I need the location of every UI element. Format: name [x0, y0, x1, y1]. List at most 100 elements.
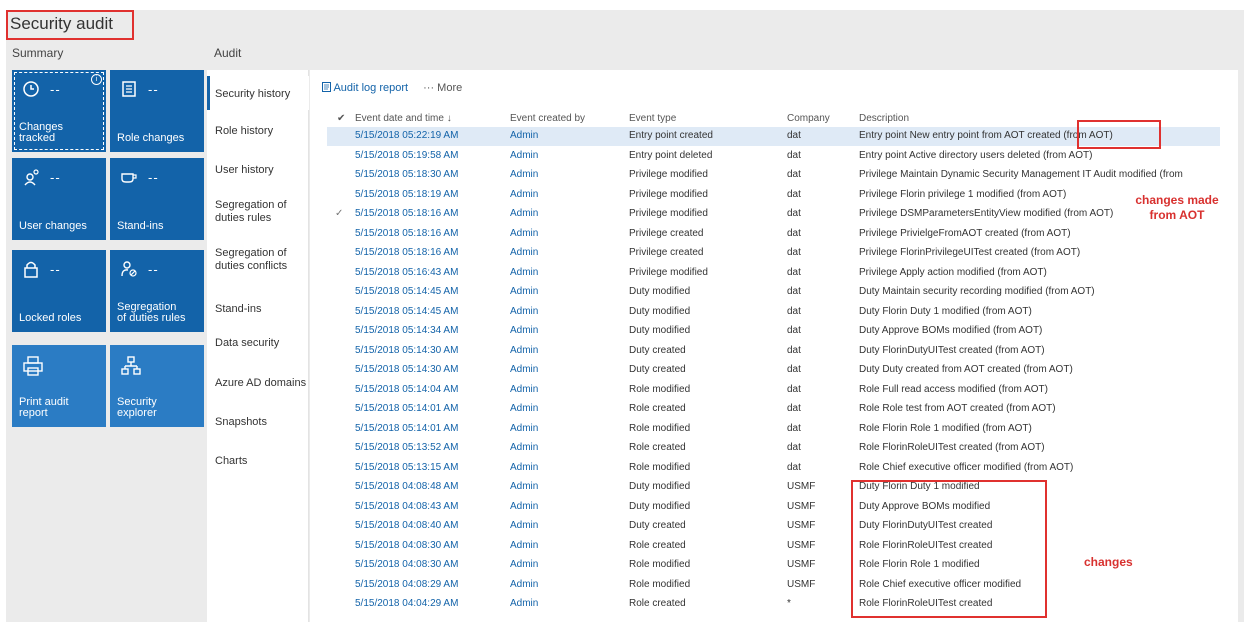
table-row[interactable]: 5/15/2018 05:18:16 AM Admin Privilege crea… — [327, 225, 1220, 244]
cell-date[interactable]: 5/15/2018 04:08:48 AM — [355, 481, 458, 492]
table-row[interactable]: 5/15/2018 05:14:45 AM Admin Duty modified d… — [327, 283, 1220, 302]
column-header-date[interactable]: Event date and time ↓ — [355, 113, 452, 124]
nav-item-snapshots[interactable]: Snapshots — [215, 416, 307, 429]
cell-created-by[interactable]: Admin — [510, 501, 538, 512]
cell-date[interactable]: 5/15/2018 05:18:19 AM — [355, 189, 458, 200]
cell-date[interactable]: 5/15/2018 04:08:30 AM — [355, 559, 458, 570]
tile-stand-ins[interactable]: -- Stand-ins — [110, 158, 204, 240]
cell-created-by[interactable]: Admin — [510, 208, 538, 219]
cell-created-by[interactable]: Admin — [510, 423, 538, 434]
cell-created-by[interactable]: Admin — [510, 481, 538, 492]
row-check-icon[interactable]: ✓ — [335, 208, 343, 219]
cell-created-by[interactable]: Admin — [510, 169, 538, 180]
table-row[interactable]: 5/15/2018 04:04:29 AM Admin Role created * R… — [327, 595, 1220, 614]
tile-locked-roles[interactable]: -- Locked roles — [12, 250, 106, 332]
table-row[interactable]: 5/15/2018 04:08:29 AM Admin Role modified U… — [327, 576, 1220, 595]
nav-item-security-history[interactable]: Security history — [215, 88, 307, 101]
cell-created-by[interactable]: Admin — [510, 520, 538, 531]
tile-user-changes[interactable]: -- User changes — [12, 158, 106, 240]
cell-date[interactable]: 5/15/2018 05:14:30 AM — [355, 345, 458, 356]
table-row[interactable]: 5/15/2018 04:08:43 AM Admin Duty modified U… — [327, 498, 1220, 517]
cell-date[interactable]: 5/15/2018 05:19:58 AM — [355, 150, 458, 161]
table-row[interactable]: 5/15/2018 05:14:34 AM Admin Duty modified d… — [327, 322, 1220, 341]
nav-item-stand-ins[interactable]: Stand-ins — [215, 303, 307, 316]
cell-date[interactable]: 5/15/2018 05:14:04 AM — [355, 384, 458, 395]
nav-item-data-security[interactable]: Data security — [215, 337, 307, 350]
cell-created-by[interactable]: Admin — [510, 442, 538, 453]
column-header-event-type[interactable]: Event type — [629, 113, 676, 124]
table-row[interactable]: 5/15/2018 05:18:30 AM Admin Privilege modi… — [327, 166, 1220, 185]
cell-created-by[interactable]: Admin — [510, 598, 538, 609]
cell-date[interactable]: 5/15/2018 04:08:30 AM — [355, 540, 458, 551]
cell-date[interactable]: 5/15/2018 05:18:16 AM — [355, 247, 458, 258]
table-row[interactable]: 5/15/2018 04:08:40 AM Admin Duty created US… — [327, 517, 1220, 536]
cell-created-by[interactable]: Admin — [510, 150, 538, 161]
select-all-check[interactable]: ✔ — [337, 113, 345, 124]
table-row[interactable]: ✓ 5/15/2018 05:18:16 AM Admin Privilege mod… — [327, 205, 1220, 224]
cell-date[interactable]: 5/15/2018 05:14:45 AM — [355, 306, 458, 317]
cell-date[interactable]: 5/15/2018 05:18:30 AM — [355, 169, 458, 180]
cell-date[interactable]: 5/15/2018 05:14:01 AM — [355, 423, 458, 434]
cell-created-by[interactable]: Admin — [510, 403, 538, 414]
cell-created-by[interactable]: Admin — [510, 247, 538, 258]
cell-date[interactable]: 5/15/2018 04:04:29 AM — [355, 598, 458, 609]
audit-log-report-button[interactable]: Audit log report — [322, 82, 417, 94]
column-header-description[interactable]: Description — [859, 113, 909, 124]
tile-security-explorer[interactable]: Security explorer — [110, 345, 204, 427]
tile-print-audit-report[interactable]: Print audit report — [12, 345, 106, 427]
nav-item-segregation-rules[interactable]: Segregation of duties rules — [215, 199, 307, 225]
cell-date[interactable]: 5/15/2018 04:08:43 AM — [355, 501, 458, 512]
tile-segregation-of-duties-rules[interactable]: -- Segregation of duties rules — [110, 250, 204, 332]
table-row[interactable]: 5/15/2018 05:13:15 AM Admin Role modified d… — [327, 459, 1220, 478]
cell-date[interactable]: 5/15/2018 04:08:40 AM — [355, 520, 458, 531]
cell-created-by[interactable]: Admin — [510, 462, 538, 473]
cell-created-by[interactable]: Admin — [510, 228, 538, 239]
cell-date[interactable]: 5/15/2018 05:16:43 AM — [355, 267, 458, 278]
nav-item-segregation-conflicts[interactable]: Segregation of duties conflicts — [215, 247, 307, 273]
cell-date[interactable]: 5/15/2018 05:18:16 AM — [355, 208, 458, 219]
cell-created-by[interactable]: Admin — [510, 559, 538, 570]
table-row[interactable]: 5/15/2018 05:14:30 AM Admin Duty created da… — [327, 361, 1220, 380]
nav-item-role-history[interactable]: Role history — [215, 125, 307, 138]
table-row[interactable]: 5/15/2018 05:14:01 AM Admin Role created da… — [327, 400, 1220, 419]
cell-created-by[interactable]: Admin — [510, 540, 538, 551]
table-row[interactable]: 5/15/2018 05:16:43 AM Admin Privilege modi… — [327, 264, 1220, 283]
cell-date[interactable]: 5/15/2018 04:08:29 AM — [355, 579, 458, 590]
column-header-created-by[interactable]: Event created by — [510, 113, 585, 124]
table-row[interactable]: 5/15/2018 05:14:45 AM Admin Duty modified d… — [327, 303, 1220, 322]
cell-created-by[interactable]: Admin — [510, 364, 538, 375]
nav-item-azure-ad-domains[interactable]: Azure AD domains — [215, 377, 307, 390]
table-row[interactable]: 5/15/2018 05:14:04 AM Admin Role modified d… — [327, 381, 1220, 400]
cell-date[interactable]: 5/15/2018 05:14:30 AM — [355, 364, 458, 375]
table-row[interactable]: 5/15/2018 05:14:30 AM Admin Duty created da… — [327, 342, 1220, 361]
cell-date[interactable]: 5/15/2018 05:13:52 AM — [355, 442, 458, 453]
cell-date[interactable]: 5/15/2018 05:18:16 AM — [355, 228, 458, 239]
cell-date[interactable]: 5/15/2018 05:13:15 AM — [355, 462, 458, 473]
nav-item-charts[interactable]: Charts — [215, 455, 307, 468]
cell-created-by[interactable]: Admin — [510, 189, 538, 200]
more-button[interactable]: ··· More — [423, 82, 462, 94]
cell-date[interactable]: 5/15/2018 05:14:34 AM — [355, 325, 458, 336]
cell-created-by[interactable]: Admin — [510, 384, 538, 395]
nav-item-user-history[interactable]: User history — [215, 164, 307, 177]
cell-created-by[interactable]: Admin — [510, 306, 538, 317]
table-row[interactable]: 5/15/2018 05:13:52 AM Admin Role created da… — [327, 439, 1220, 458]
cell-date[interactable]: 5/15/2018 05:14:45 AM — [355, 286, 458, 297]
cell-date[interactable]: 5/15/2018 05:14:01 AM — [355, 403, 458, 414]
table-row[interactable]: 5/15/2018 05:18:19 AM Admin Privilege modi… — [327, 186, 1220, 205]
cell-created-by[interactable]: Admin — [510, 267, 538, 278]
info-icon[interactable]: i — [91, 74, 102, 85]
table-row[interactable]: 5/15/2018 04:08:30 AM Admin Role created US… — [327, 537, 1220, 556]
column-header-company[interactable]: Company — [787, 113, 830, 124]
tile-changes-tracked[interactable]: -- i Changes tracked — [12, 70, 106, 152]
table-row[interactable]: 5/15/2018 05:14:01 AM Admin Role modified d… — [327, 420, 1220, 439]
table-row[interactable]: 5/15/2018 05:18:16 AM Admin Privilege crea… — [327, 244, 1220, 263]
table-row[interactable]: 5/15/2018 04:08:48 AM Admin Duty modified U… — [327, 478, 1220, 497]
table-row[interactable]: 5/15/2018 05:19:58 AM Admin Entry point de… — [327, 147, 1220, 166]
cell-created-by[interactable]: Admin — [510, 325, 538, 336]
cell-created-by[interactable]: Admin — [510, 130, 538, 141]
cell-created-by[interactable]: Admin — [510, 345, 538, 356]
cell-created-by[interactable]: Admin — [510, 579, 538, 590]
cell-created-by[interactable]: Admin — [510, 286, 538, 297]
tile-role-changes[interactable]: -- Role changes — [110, 70, 204, 152]
